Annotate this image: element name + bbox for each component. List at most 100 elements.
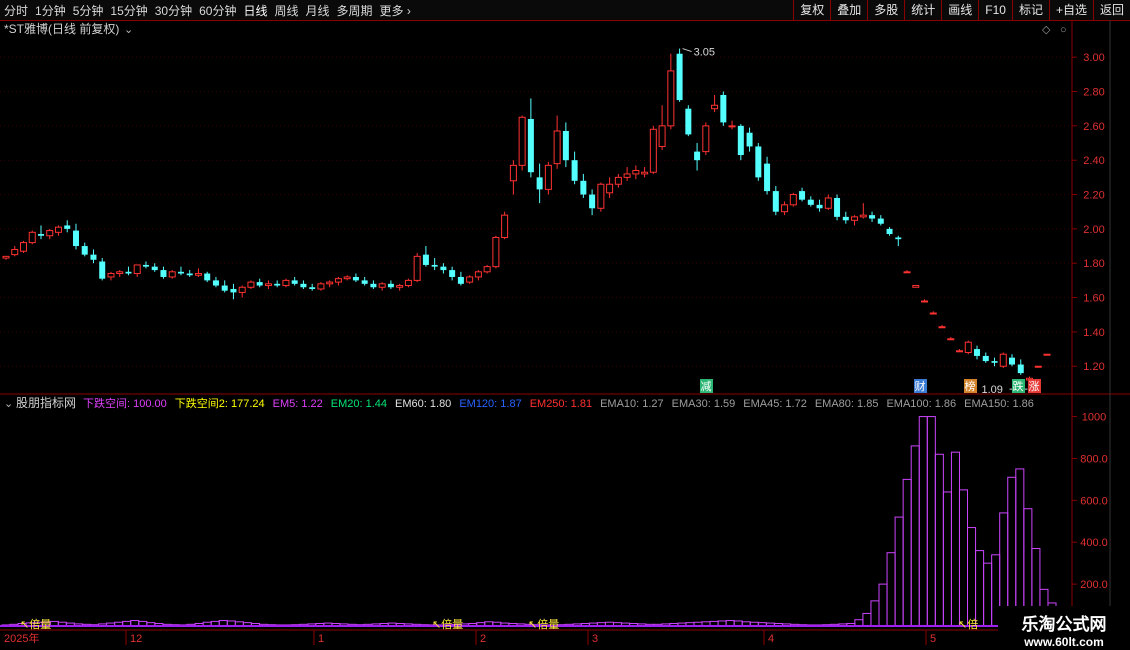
candle-body	[580, 180, 587, 195]
candle-body	[571, 160, 578, 181]
candle-body	[859, 214, 867, 218]
candle-body	[11, 248, 19, 256]
candle-body	[133, 264, 141, 275]
candle-body	[492, 236, 500, 268]
candle-body	[606, 183, 614, 194]
price-tick-label: 1.20	[1083, 361, 1104, 373]
candle-body	[755, 146, 762, 178]
candle-body	[396, 285, 404, 288]
chevron-down-icon: ⌄	[124, 24, 133, 36]
high-pointer	[682, 48, 692, 53]
candle-body	[370, 283, 377, 288]
candle-body	[544, 164, 552, 190]
candle-body	[746, 132, 753, 147]
candle-body	[702, 125, 710, 153]
double-volume-tag: ↖倍量	[432, 617, 463, 631]
candle-body	[72, 230, 79, 247]
indicator-bar	[870, 600, 880, 627]
candle-body	[238, 286, 246, 293]
candle-body	[317, 283, 325, 290]
indicator-legend-item: EMA10: 1.27	[600, 398, 664, 410]
candle-body	[834, 197, 841, 217]
candle-body	[974, 349, 981, 356]
candle-body	[694, 151, 701, 161]
candle-body	[807, 199, 814, 205]
candle-body	[99, 261, 106, 279]
price-tick-label: 2.40	[1083, 155, 1104, 167]
indicator-tick-label: 400.0	[1080, 537, 1108, 549]
candle-body	[903, 271, 911, 274]
price-tick-label: 2.80	[1083, 87, 1104, 99]
price-tick-label: 2.60	[1083, 121, 1104, 133]
candle-body	[54, 226, 62, 233]
indicator-legend-item: 下跌空间2: 177.24	[175, 396, 265, 410]
candle-body	[212, 280, 219, 286]
double-volume-tag: ↖倍量	[20, 617, 51, 631]
candle-body	[466, 276, 474, 283]
event-marker-label: 减	[701, 380, 712, 393]
indicator-legend-item: EM5: 1.22	[273, 398, 323, 410]
candle-body	[982, 355, 989, 362]
circle-icon: ○	[1060, 24, 1067, 36]
price-tick-label: 1.80	[1083, 258, 1104, 270]
indicator-legend-item: 下跌空间: 100.00	[83, 396, 167, 410]
candle-body	[361, 280, 368, 284]
candle-body	[597, 183, 605, 209]
high-price-label: 3.05	[694, 47, 715, 59]
candle-body	[142, 264, 149, 267]
indicator-bar	[926, 416, 936, 627]
watermark-url: www.60lt.com	[1024, 635, 1104, 649]
double-volume-tag: ↖倍	[958, 617, 978, 631]
candle-body	[90, 254, 97, 260]
candle-body	[352, 276, 359, 281]
candle-body	[413, 255, 421, 281]
candle-body	[177, 271, 184, 274]
candle-body	[2, 255, 10, 259]
indicator-bar	[910, 445, 920, 627]
candle-body	[422, 254, 429, 265]
indicator-bar	[975, 550, 985, 627]
event-marker-label: 涨	[1029, 380, 1040, 393]
indicator-legend-item: EMA150: 1.86	[964, 398, 1034, 410]
candle-body	[457, 276, 464, 284]
candle-body	[125, 271, 132, 274]
candle-body	[720, 94, 727, 123]
indicator-bar	[902, 478, 912, 627]
candle-body	[326, 281, 334, 285]
candle-body	[676, 53, 683, 101]
candle-body	[194, 273, 202, 276]
price-tick-label: 1.40	[1083, 327, 1104, 339]
candle-body	[256, 282, 263, 286]
indicator-tick-label: 600.0	[1080, 495, 1108, 507]
candle-body	[46, 230, 54, 237]
candle-body	[186, 273, 193, 276]
price-tick-label: 2.20	[1083, 190, 1104, 202]
candle-body	[877, 218, 884, 224]
candle-body	[300, 283, 307, 288]
candle-body	[274, 283, 281, 286]
candle-body	[799, 191, 806, 200]
candle-body	[728, 125, 736, 128]
candle-body	[824, 197, 832, 209]
indicator-legend-item: EMA45: 1.72	[743, 398, 807, 410]
candle-body	[789, 194, 797, 206]
candle-body	[851, 216, 859, 221]
indicator-bar	[1015, 468, 1025, 627]
candle-body	[842, 216, 849, 221]
candle-body	[772, 191, 779, 212]
candle-body	[204, 273, 211, 281]
x-axis-label: 2	[480, 633, 486, 645]
candle-body	[28, 231, 36, 244]
candle-body	[781, 204, 789, 213]
price-tick-label: 2.00	[1083, 224, 1104, 236]
candle-body	[1043, 353, 1051, 356]
candle-body	[956, 350, 964, 353]
candle-body	[623, 173, 631, 178]
candle-body	[553, 130, 561, 165]
candle-body	[737, 125, 744, 156]
candle-body	[151, 266, 158, 271]
chevron-down-icon: ⌄	[4, 398, 13, 410]
event-marker-label: 跌	[1013, 379, 1024, 393]
indicator-bar	[894, 516, 904, 627]
stock-chart[interactable]: *ST雅博(日线 前复权) ⌄ ◇ ○ 3.00 2.80 2.60 2.40 2.20 2.00…	[0, 0, 1130, 650]
